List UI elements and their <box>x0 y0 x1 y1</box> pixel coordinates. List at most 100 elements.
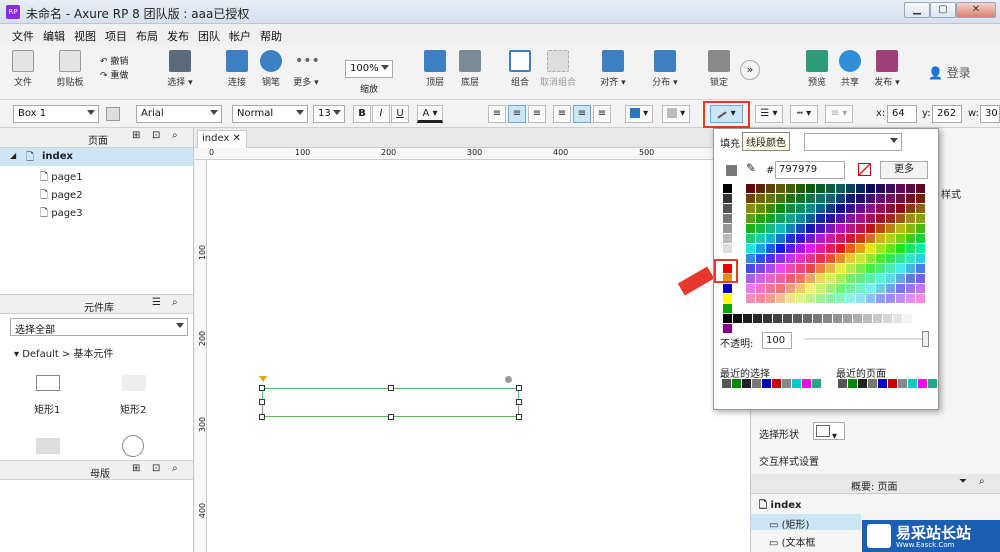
recent-swatch[interactable] <box>772 379 781 388</box>
color-swatch[interactable] <box>886 224 895 233</box>
color-swatch[interactable] <box>913 314 922 323</box>
color-swatch[interactable] <box>746 194 755 203</box>
connect-button[interactable]: 连接 <box>222 50 252 88</box>
color-swatch[interactable] <box>756 194 765 203</box>
more-tools-button[interactable]: ••• 更多 ▾ <box>290 50 322 88</box>
color-swatch[interactable] <box>816 284 825 293</box>
color-swatch[interactable] <box>876 244 885 253</box>
color-swatch[interactable] <box>746 274 755 283</box>
color-swatch[interactable] <box>903 314 912 323</box>
ungroup-button[interactable]: 取消组合 <box>538 50 578 88</box>
color-swatch[interactable] <box>806 294 815 303</box>
color-swatch[interactable] <box>893 314 902 323</box>
color-swatch[interactable] <box>916 214 925 223</box>
color-swatch[interactable] <box>856 274 865 283</box>
color-swatch[interactable] <box>816 294 825 303</box>
color-swatch[interactable] <box>756 184 765 193</box>
shadow-button[interactable]: ▾ <box>662 105 690 123</box>
color-swatch[interactable] <box>916 234 925 243</box>
share-button[interactable]: 共享 <box>837 50 863 88</box>
color-swatch[interactable] <box>786 224 795 233</box>
color-swatch[interactable] <box>866 284 875 293</box>
color-swatch[interactable] <box>836 294 845 303</box>
recent-page-swatch[interactable] <box>888 379 897 388</box>
color-swatch[interactable] <box>896 194 905 203</box>
color-swatch[interactable] <box>796 214 805 223</box>
color-swatch[interactable] <box>853 314 862 323</box>
color-swatch[interactable] <box>723 324 732 333</box>
color-swatch[interactable] <box>766 234 775 243</box>
color-swatch[interactable] <box>856 184 865 193</box>
color-swatch[interactable] <box>866 264 875 273</box>
search-icon[interactable]: ⌕ <box>979 476 985 487</box>
color-swatch[interactable] <box>816 234 825 243</box>
line-color-button[interactable]: ▾ <box>710 105 743 123</box>
valign-top-button[interactable]: ≡ <box>553 105 571 123</box>
color-swatch[interactable] <box>746 264 755 273</box>
text-color-button[interactable]: A ▾ <box>417 105 443 123</box>
library-group-label[interactable]: ▾ Default > 基本元件 <box>14 345 113 360</box>
color-swatch[interactable] <box>816 274 825 283</box>
color-swatch[interactable] <box>836 204 845 213</box>
color-swatch[interactable] <box>796 194 805 203</box>
color-swatch[interactable] <box>896 284 905 293</box>
color-swatch[interactable] <box>776 274 785 283</box>
color-swatch[interactable] <box>756 214 765 223</box>
align-button[interactable]: 对齐 ▾ <box>598 50 628 88</box>
color-swatch[interactable] <box>856 294 865 303</box>
font-size-select[interactable]: 13 <box>313 105 345 123</box>
color-swatch[interactable] <box>723 224 732 233</box>
recent-swatch[interactable] <box>792 379 801 388</box>
color-swatch[interactable] <box>776 264 785 273</box>
color-swatch[interactable] <box>746 224 755 233</box>
color-swatch[interactable] <box>723 284 732 293</box>
color-swatch[interactable] <box>836 214 845 223</box>
color-swatch[interactable] <box>856 214 865 223</box>
color-swatch[interactable] <box>813 314 822 323</box>
color-swatch[interactable] <box>846 264 855 273</box>
selected-box-widget[interactable] <box>262 388 519 417</box>
color-swatch[interactable] <box>836 234 845 243</box>
font-family-select[interactable]: Arial <box>136 105 222 123</box>
color-swatch[interactable] <box>836 264 845 273</box>
color-swatch[interactable] <box>723 214 732 223</box>
color-swatch[interactable] <box>906 194 915 203</box>
color-swatch[interactable] <box>836 284 845 293</box>
recent-swatch[interactable] <box>812 379 821 388</box>
color-swatch[interactable] <box>783 314 792 323</box>
color-swatch[interactable] <box>876 294 885 303</box>
color-swatch[interactable] <box>796 184 805 193</box>
color-swatch[interactable] <box>776 294 785 303</box>
color-swatch[interactable] <box>876 234 885 243</box>
recent-swatch[interactable] <box>752 379 761 388</box>
color-swatch[interactable] <box>806 214 815 223</box>
color-swatch[interactable] <box>786 284 795 293</box>
recent-swatch[interactable] <box>732 379 741 388</box>
color-swatch[interactable] <box>866 244 875 253</box>
menu-file[interactable]: 文件 <box>12 28 34 44</box>
search-icon[interactable]: ⌕ <box>172 297 178 308</box>
hex-input[interactable]: 797979 <box>775 161 845 179</box>
color-swatch[interactable] <box>766 194 775 203</box>
opacity-input[interactable]: 100 <box>762 332 792 349</box>
color-swatch[interactable] <box>766 264 775 273</box>
color-swatch[interactable] <box>796 204 805 213</box>
select-shape-dropdown[interactable]: ▾ <box>813 422 845 442</box>
color-swatch[interactable] <box>806 274 815 283</box>
color-swatch[interactable] <box>836 194 845 203</box>
color-swatch[interactable] <box>906 204 915 213</box>
color-swatch[interactable] <box>836 274 845 283</box>
color-swatch[interactable] <box>826 284 835 293</box>
color-swatch[interactable] <box>816 264 825 273</box>
color-swatch[interactable] <box>826 204 835 213</box>
undo-button[interactable]: ↶ 撤销 <box>100 54 128 67</box>
color-swatch[interactable] <box>816 194 825 203</box>
widget-style-icon[interactable] <box>106 107 120 121</box>
library-select[interactable]: 选择全部 <box>10 318 188 336</box>
file-button[interactable]: 文件 <box>10 50 36 88</box>
color-swatch[interactable] <box>756 254 765 263</box>
w-input[interactable]: 30 <box>980 105 1000 123</box>
color-swatch[interactable] <box>756 244 765 253</box>
color-swatch[interactable] <box>806 204 815 213</box>
publish-button[interactable]: 发布 ▾ <box>872 50 902 88</box>
